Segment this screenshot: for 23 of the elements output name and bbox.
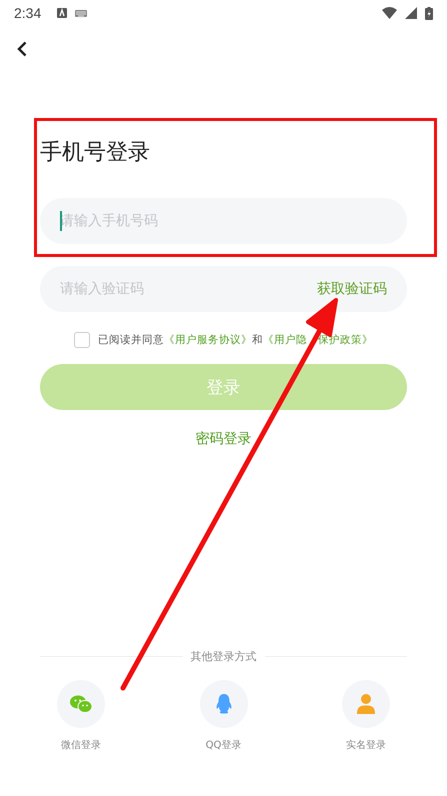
keyboard-icon: [75, 10, 88, 16]
privacy-policy-link[interactable]: 《用户隐: [263, 334, 307, 346]
battery-icon: [425, 6, 433, 20]
person-icon: [357, 694, 375, 714]
login-method-label: 微信登录: [61, 739, 101, 752]
person-login-button[interactable]: [342, 680, 390, 728]
chat-bubbles-icon: [70, 695, 92, 713]
page-title: 手机号登录: [40, 139, 151, 167]
service-agreement-link[interactable]: 《用户服务协议》: [164, 334, 252, 346]
wechat-login-button[interactable]: [57, 680, 105, 728]
wifi-icon: [382, 7, 397, 19]
notification-icon: [57, 8, 68, 18]
agreement-checkbox[interactable]: [74, 332, 90, 348]
signal-icon: [405, 7, 417, 19]
get-code-link[interactable]: 获取验证码: [317, 280, 387, 298]
back-icon[interactable]: [17, 41, 27, 57]
login-method-label: QQ登录: [206, 739, 242, 752]
other-methods-heading: 其他登录方式: [190, 649, 256, 664]
login-method-label: 实名登录: [346, 738, 386, 752]
status-time: 2:34: [14, 5, 42, 21]
penguin-icon: [216, 694, 232, 714]
qq-login-button[interactable]: [200, 680, 248, 728]
password-login-link[interactable]: 密码登录: [196, 430, 252, 448]
